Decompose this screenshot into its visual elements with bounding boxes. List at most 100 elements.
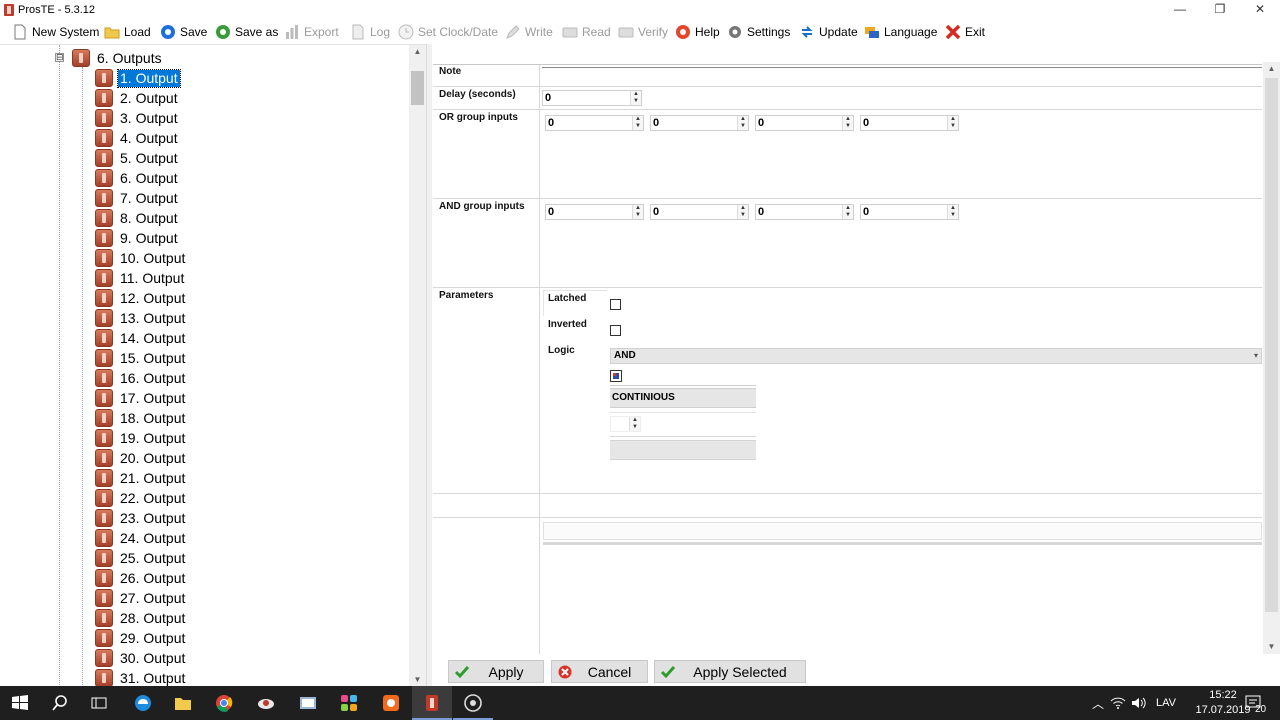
tree-item-output[interactable]: 20. Output [95, 448, 187, 468]
windows-start-icon[interactable] [10, 693, 30, 713]
scroll-down-arrow[interactable]: ▼ [409, 673, 426, 687]
app-icon-cloud[interactable] [256, 693, 276, 713]
minimize-button[interactable]: — [1160, 0, 1200, 20]
spinner-arrows-icon[interactable]: ▲ ▼ [737, 116, 748, 130]
scroll-up-arrow[interactable]: ▲ [1263, 62, 1280, 76]
tree-item-output[interactable]: 4. Output [95, 128, 180, 148]
file-explorer-icon[interactable] [173, 693, 193, 713]
spinner-arrows-icon[interactable]: ▲ ▼ [737, 205, 748, 219]
empty-field[interactable] [610, 440, 756, 460]
properties-scrollbar[interactable]: ▲ ▼ [1263, 62, 1280, 654]
note-field[interactable] [542, 68, 1262, 78]
tree-item-output[interactable]: 27. Output [95, 588, 187, 608]
tree-item-output[interactable]: 15. Output [95, 348, 187, 368]
restore-button[interactable]: ❐ [1200, 0, 1240, 20]
apply-selected-button[interactable]: Apply Selected [654, 660, 806, 683]
verify-button[interactable]: Verify [618, 21, 668, 43]
task-view-icon[interactable] [89, 693, 109, 713]
scroll-down-arrow[interactable]: ▼ [1263, 640, 1280, 654]
wifi-icon[interactable] [1110, 696, 1126, 710]
tree-item-output[interactable]: 22. Output [95, 488, 187, 508]
tree-item-output[interactable]: 14. Output [95, 328, 187, 348]
spinner-arrows-icon[interactable]: ▲ ▼ [630, 91, 641, 105]
tree-item-output[interactable]: 2. Output [95, 88, 180, 108]
tree-item-output[interactable]: 31. Output [95, 668, 187, 688]
tree-item-output[interactable]: 1. Output [95, 68, 181, 88]
or-input-3[interactable]: 0 ▲ ▼ [755, 115, 854, 131]
tree-view[interactable]: ⊟ 6. Outputs 1. Output 2. Output 3. Output… [0, 44, 426, 688]
app-icon-blocks[interactable] [339, 693, 359, 713]
and-input-4[interactable]: 0 ▲ ▼ [860, 204, 959, 220]
tree-item-output[interactable]: 16. Output [95, 368, 187, 388]
app-icon-circle[interactable] [463, 693, 483, 713]
small-spinner[interactable]: ▲ ▼ [610, 416, 641, 432]
help-button[interactable]: Help [675, 21, 720, 43]
search-icon[interactable] [50, 693, 70, 713]
volume-icon[interactable] [1130, 696, 1146, 710]
chevron-up-icon[interactable]: ︿ [1092, 695, 1104, 712]
edge-browser-icon[interactable] [133, 693, 153, 713]
and-input-3[interactable]: 0 ▲ ▼ [755, 204, 854, 220]
apply-button[interactable]: Apply [448, 660, 544, 683]
tree-item-output[interactable]: 12. Output [95, 288, 187, 308]
blank-field[interactable] [543, 522, 1262, 540]
collapse-expander[interactable]: ⊟ [55, 53, 64, 62]
tree-item-output[interactable]: 5. Output [95, 148, 180, 168]
write-button[interactable]: Write [505, 21, 553, 43]
close-button[interactable]: ✕ [1240, 0, 1280, 20]
tree-item-output[interactable]: 13. Output [95, 308, 187, 328]
spinner-arrows-icon[interactable]: ▲ ▼ [632, 116, 643, 130]
mode-field[interactable]: CONTINIOUS [610, 388, 756, 408]
tree-item-output[interactable]: 8. Output [95, 208, 180, 228]
spinner-arrows-icon[interactable]: ▲ ▼ [632, 205, 643, 219]
tree-item-output[interactable]: 25. Output [95, 548, 187, 568]
tree-node-outputs[interactable]: 6. Outputs [72, 48, 164, 68]
scroll-thumb[interactable] [1265, 78, 1278, 612]
or-input-4[interactable]: 0 ▲ ▼ [860, 115, 959, 131]
chrome-icon[interactable] [214, 693, 234, 713]
proste-app-icon[interactable] [422, 693, 442, 713]
tree-item-output[interactable]: 28. Output [95, 608, 187, 628]
save-button[interactable]: Save [160, 21, 207, 43]
logic-dropdown[interactable]: AND ▾ [610, 348, 1262, 364]
set-clock-button[interactable]: Set Clock/Date [398, 21, 498, 43]
tree-item-output[interactable]: 23. Output [95, 508, 187, 528]
new-system-button[interactable]: New System [12, 21, 99, 43]
tree-item-output[interactable]: 24. Output [95, 528, 187, 548]
clock-time[interactable]: 15:22 [1197, 689, 1249, 701]
tree-item-output[interactable]: 11. Output [95, 268, 186, 288]
tree-item-output[interactable]: 3. Output [95, 108, 180, 128]
scroll-thumb[interactable] [411, 71, 424, 105]
delay-spinner[interactable]: 0 ▲ ▼ [542, 90, 642, 106]
inverted-checkbox[interactable] [610, 325, 621, 336]
and-input-2[interactable]: 0 ▲ ▼ [650, 204, 749, 220]
tree-item-output[interactable]: 9. Output [95, 228, 180, 248]
scroll-up-arrow[interactable]: ▲ [409, 45, 426, 59]
spinner-arrows-icon[interactable]: ▲ ▼ [629, 417, 640, 431]
tree-item-output[interactable]: 17. Output [95, 388, 187, 408]
app-icon-folder[interactable] [298, 693, 318, 713]
tree-item-output[interactable]: 21. Output [95, 468, 187, 488]
update-button[interactable]: Update [799, 21, 858, 43]
tree-item-output[interactable]: 10. Output [95, 248, 187, 268]
tree-item-output[interactable]: 6. Output [95, 168, 180, 188]
tree-item-output[interactable]: 19. Output [95, 428, 187, 448]
exit-button[interactable]: Exit [945, 21, 985, 43]
latched-checkbox[interactable] [610, 299, 621, 310]
tree-item-output[interactable]: 29. Output [95, 628, 187, 648]
tree-item-output[interactable]: 30. Output [95, 648, 187, 668]
tree-item-output[interactable]: 18. Output [95, 408, 187, 428]
language-button[interactable]: Language [864, 21, 937, 43]
and-input-1[interactable]: 0 ▲ ▼ [545, 204, 644, 220]
tree-item-output[interactable]: 7. Output [95, 188, 180, 208]
tree-item-output[interactable]: 26. Output [95, 568, 187, 588]
export-button[interactable]: Export [284, 21, 339, 43]
language-indicator[interactable]: LAV [1156, 697, 1176, 709]
log-button[interactable]: Log [350, 21, 390, 43]
spinner-arrows-icon[interactable]: ▲ ▼ [947, 116, 958, 130]
read-button[interactable]: Read [562, 21, 611, 43]
app-icon-orange[interactable] [381, 693, 401, 713]
color-picker-icon[interactable] [610, 370, 622, 382]
or-input-1[interactable]: 0 ▲ ▼ [545, 115, 644, 131]
spinner-arrows-icon[interactable]: ▲ ▼ [842, 116, 853, 130]
